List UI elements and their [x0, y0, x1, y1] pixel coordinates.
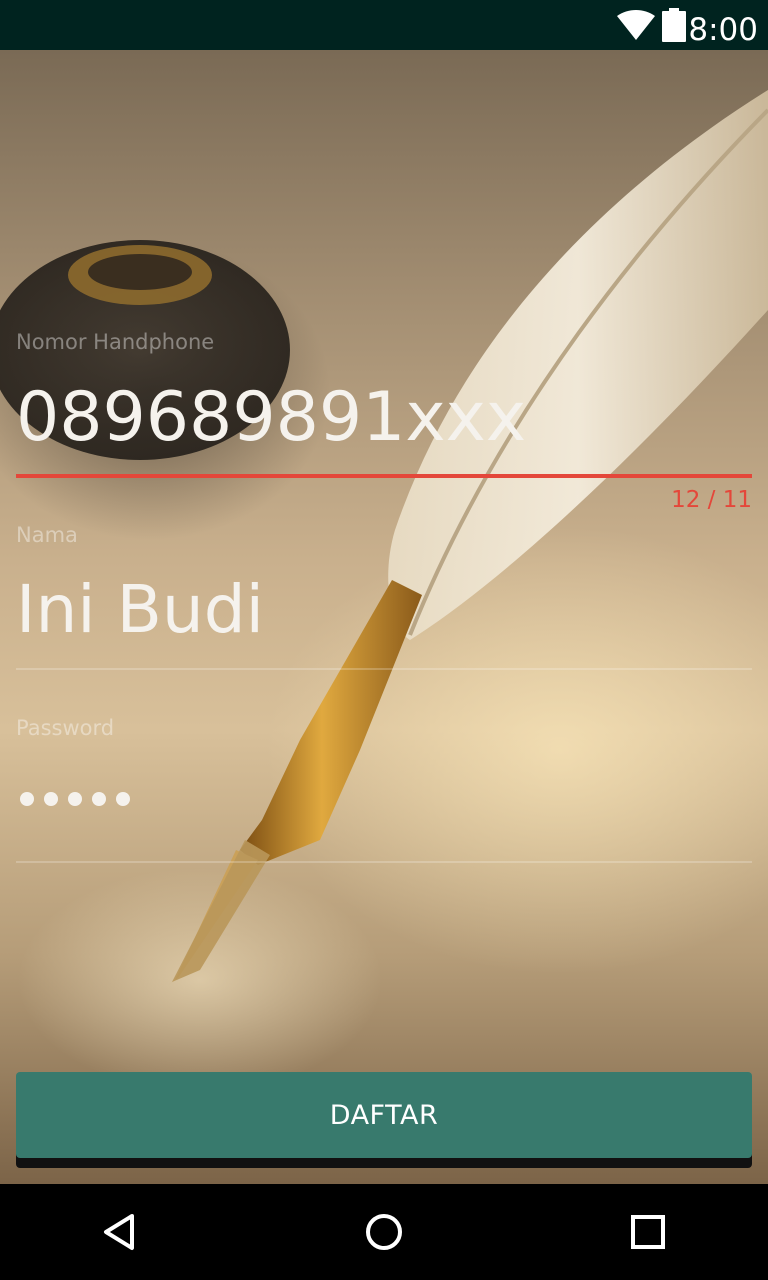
- phone-field-label: Nomor Handphone: [16, 330, 215, 354]
- phone-char-counter: 12 / 11: [671, 487, 752, 513]
- phone-input[interactable]: 089689891xxx: [16, 378, 526, 457]
- home-icon[interactable]: [360, 1208, 408, 1256]
- name-input[interactable]: Ini Budi: [16, 571, 264, 648]
- name-field-label: Nama: [16, 523, 78, 547]
- battery-icon: [662, 8, 686, 42]
- register-screen: 8:00 Nomor Handphone 089689891xxx 12 / 1…: [0, 0, 768, 1280]
- password-dot: [116, 792, 130, 806]
- name-field-underline: [16, 668, 752, 670]
- password-dot: [20, 792, 34, 806]
- password-input[interactable]: [20, 792, 130, 806]
- navigation-bar: [0, 1184, 768, 1280]
- register-button[interactable]: DAFTAR: [16, 1072, 752, 1158]
- status-bar: 8:00: [0, 0, 768, 50]
- password-field-underline: [16, 861, 752, 863]
- phone-field-underline: [16, 474, 752, 478]
- back-icon[interactable]: [96, 1208, 144, 1256]
- password-dot: [92, 792, 106, 806]
- password-dot: [68, 792, 82, 806]
- password-dot: [44, 792, 58, 806]
- clock-time: 8:00: [688, 12, 758, 48]
- password-field-label: Password: [16, 716, 115, 740]
- wifi-icon: [617, 10, 655, 40]
- recents-icon[interactable]: [624, 1208, 672, 1256]
